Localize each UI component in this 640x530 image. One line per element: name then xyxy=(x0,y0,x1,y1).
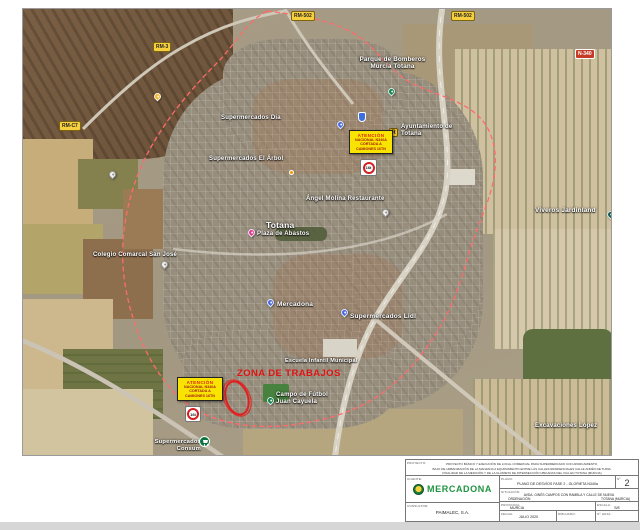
label-escuela-infantil: Escuela Infantil Municipal xyxy=(285,358,357,364)
truck-16t-prohibition-sign: 16t xyxy=(185,406,201,422)
fecha-cell: FECHA: JULIO 2020 xyxy=(499,510,558,522)
plano-cell: PLANO: PLANO DE DESVÍOS FASE 2 - GLORIET… xyxy=(499,475,616,489)
label-excavaciones-lopez: Excavaciones López xyxy=(535,423,597,430)
blue-pin-icon xyxy=(336,120,346,130)
white-pin-icon xyxy=(381,208,391,218)
situacion-left: ORDENACIÓN xyxy=(508,497,530,501)
annotation-layer: Parque de Bomberos Murcia Totana Supermer… xyxy=(23,9,612,456)
white-pin-icon xyxy=(160,260,170,270)
dibujado-cell: DIBUJADO: xyxy=(556,510,597,522)
road-shield-n-340: N-340 xyxy=(575,49,595,59)
white-pin-icon xyxy=(108,170,118,180)
label-viveros-jardinland: Viveros Jardinland xyxy=(535,207,596,214)
label-supermercados-lidl: Supermercados Lidl xyxy=(350,313,416,320)
fecha-label: FECHA: xyxy=(501,512,513,516)
plano-label: PLANO: xyxy=(501,477,513,481)
road-shield-rm-502: RM-502 xyxy=(291,11,315,21)
yellow-pin-icon xyxy=(153,92,163,102)
hoja-label: Nº HOJA: xyxy=(597,512,612,516)
mercadona-wordmark: MERCADONA xyxy=(427,484,492,494)
dark-pin-icon xyxy=(606,210,612,220)
label-totana: Totana xyxy=(266,221,294,231)
truck-16t-prohibition-sign: 16t xyxy=(360,159,377,176)
escala-label: ESCALA: xyxy=(597,503,611,507)
situacion-line1: AVDA. GINÉS CAMPOS CON RAMBLA Y CALLE DE… xyxy=(500,489,638,497)
label-angel-molina: Ángel Molina Restaurante xyxy=(306,196,384,203)
road-shield-rm-502: RM-502 xyxy=(451,11,475,21)
road-shield-rm-c7: RM-C7 xyxy=(59,121,81,131)
provincia-label: PROVINCIA: xyxy=(501,503,520,507)
situacion-cell: SITUACIÓN: AVDA. GINÉS CAMPOS CON RAMBLA… xyxy=(499,488,639,502)
client-cell: CLIENTE: MERCADONA xyxy=(405,475,500,503)
mercadona-logo xyxy=(413,484,424,495)
plan-page: Parque de Bomberos Murcia Totana Supermer… xyxy=(0,0,640,530)
warning-header: ATENCIÓN xyxy=(352,133,390,138)
pink-pin-icon xyxy=(247,228,257,238)
label-ayuntamiento-totana: Ayuntamiento de Totana xyxy=(401,124,469,138)
title-block: PROYECTO: PROYECTO BÁSICO Y EJECUCIÓN DE… xyxy=(405,459,637,520)
label-mercadona: Mercadona xyxy=(277,301,313,308)
label-plaza-de-abastos: Plaza de Abastos xyxy=(257,231,309,238)
plan-number-cell: Nº 2 xyxy=(615,475,639,489)
warning-line: CAMIONES 16TN xyxy=(180,394,220,399)
label-campo-futbol: Campo de Fútbol Juan Cayuela xyxy=(276,392,338,406)
warning-box-2: ATENCIÓNNACIONAL N340ACORTADA ACAMIONES … xyxy=(177,377,223,401)
consultant-label: CONSULTOR: xyxy=(407,504,428,508)
label-supermercados-consum: Supermercados Consum xyxy=(129,439,201,452)
situacion-right: TOTANA (MURCIA) xyxy=(601,497,630,501)
warning-box-1: ATENCIÓNNACIONAL N340ACORTADA ACAMIONES … xyxy=(349,130,393,154)
blue-pin-icon xyxy=(340,308,350,318)
green-pin-icon xyxy=(387,87,397,97)
situacion-label: SITUACIÓN: xyxy=(501,490,520,494)
label-supermercados-el-arbol: Supermercados El Árbol xyxy=(209,156,283,163)
title-block-project-cell: PROYECTO: PROYECTO BÁSICO Y EJECUCIÓN DE… xyxy=(405,459,639,476)
window-edge xyxy=(0,522,640,530)
plano-value: PLANO DE DESVÍOS FASE 2 - GLORIETA N340a xyxy=(500,476,615,488)
blue-pin-icon xyxy=(266,298,276,308)
consultant-cell: CONSULTOR: PAIMALEC, S.A. xyxy=(405,502,500,522)
aerial-map: Parque de Bomberos Murcia Totana Supermer… xyxy=(22,8,612,456)
label-supermercados-dia: Supermercados Día xyxy=(221,115,281,122)
cart-pin-icon xyxy=(199,436,210,447)
sign-16t-label: 16t xyxy=(363,162,375,174)
label-parque-bomberos: Parque de Bomberos Murcia Totana xyxy=(345,56,440,70)
orange-dot-icon xyxy=(289,170,294,175)
label-colegio-comarcal: Colegio Comarcal San José xyxy=(93,252,177,259)
sign-16t-label: 16t xyxy=(187,408,199,420)
road-shield-rm-3: RM-3 xyxy=(153,42,171,52)
green-pin-icon xyxy=(266,396,276,406)
plan-number-label: Nº xyxy=(617,477,621,481)
project-label: PROYECTO: xyxy=(407,461,426,465)
hoja-cell: Nº HOJA: xyxy=(595,510,639,522)
work-zone-label: ZONA DE TRABAJOS xyxy=(237,368,341,379)
blue-shield-icon xyxy=(358,112,366,122)
warning-line: CAMIONES 16TN xyxy=(352,147,390,152)
client-label: CLIENTE: xyxy=(407,477,422,481)
dibujado-label: DIBUJADO: xyxy=(558,512,576,516)
